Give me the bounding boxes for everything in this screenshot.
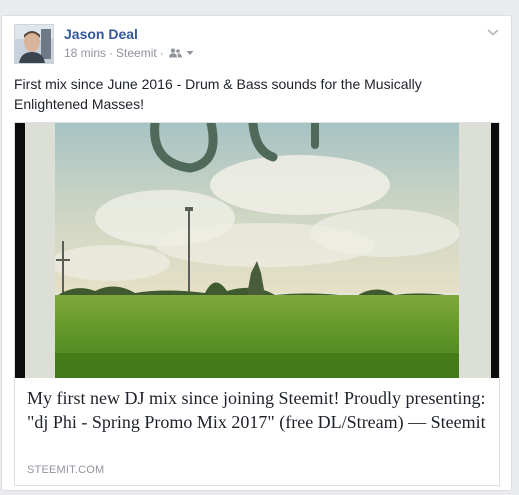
share-title[interactable]: My first new DJ mix since joining Steemi… bbox=[27, 386, 487, 434]
meta-separator: · bbox=[109, 46, 114, 60]
meta-separator: · bbox=[159, 46, 164, 60]
audience-chevron-icon bbox=[186, 51, 194, 55]
post-timestamp-link[interactable]: 18 mins bbox=[64, 46, 106, 60]
share-domain: STEEMIT.COM bbox=[27, 464, 105, 476]
author-avatar[interactable] bbox=[14, 24, 54, 64]
chevron-down-icon[interactable] bbox=[485, 24, 501, 40]
post-message: First mix since June 2016 - Drum & Bass … bbox=[14, 76, 422, 112]
post-meta: 18 mins · Steemit · bbox=[64, 46, 195, 60]
avatar-photo bbox=[15, 25, 53, 63]
audience-selector[interactable] bbox=[168, 48, 195, 58]
share-preview-image[interactable] bbox=[15, 123, 499, 378]
friends-icon bbox=[168, 48, 182, 58]
link-share-attachment[interactable]: My first new DJ mix since joining Steemi… bbox=[14, 122, 500, 486]
author-name-link[interactable]: Jason Deal bbox=[64, 26, 138, 42]
post-app-link[interactable]: Steemit bbox=[116, 46, 157, 60]
feed-post-card: Jason Deal 18 mins · Steemit · First mix… bbox=[1, 15, 512, 491]
share-image-art bbox=[15, 123, 499, 378]
